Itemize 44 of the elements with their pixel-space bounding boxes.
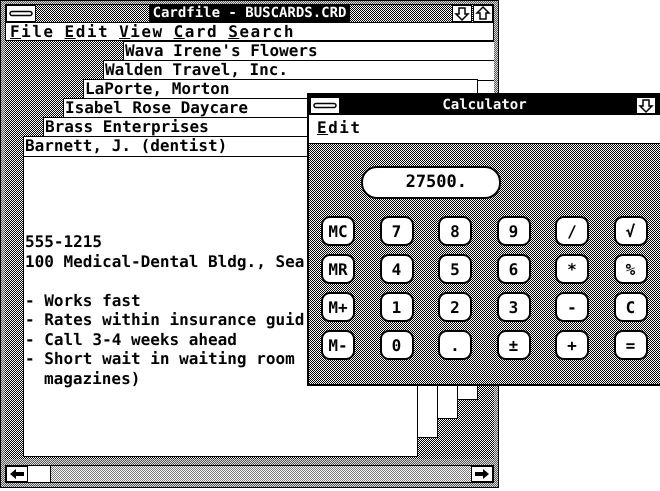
menu-item[interactable]: Edit: [64, 23, 110, 40]
calculator-key[interactable]: √: [614, 216, 648, 246]
calculator-key[interactable]: ±: [496, 330, 530, 360]
card-text-line: 555-1215: [25, 232, 102, 251]
calculator-key[interactable]: 3: [496, 292, 530, 322]
calculator-key[interactable]: 9: [496, 216, 530, 246]
menu-item[interactable]: Search: [228, 23, 295, 40]
card-text-line: 100 Medical-Dental Bldg., Sea: [25, 252, 304, 270]
calculator-key[interactable]: 6: [496, 254, 530, 284]
card-text-line: - Short wait in waiting room: [25, 349, 295, 368]
calculator-key[interactable]: +: [555, 330, 589, 360]
calculator-key[interactable]: C: [614, 292, 648, 322]
menu-item[interactable]: File: [10, 23, 55, 40]
calculator-key[interactable]: 4: [380, 254, 414, 284]
calculator-key[interactable]: M-: [321, 330, 355, 360]
menu-item[interactable]: Card: [174, 23, 218, 40]
system-menu-icon[interactable]: [6, 5, 36, 22]
calculator-key[interactable]: 7: [380, 216, 414, 246]
menu-item[interactable]: View: [119, 23, 164, 40]
calculator-key[interactable]: /: [555, 216, 589, 246]
minimize-icon[interactable]: [636, 96, 656, 114]
card-text-line: - Works fast: [25, 290, 141, 310]
minimize-icon[interactable]: [452, 5, 472, 22]
card-text-line: - Call 3-4 weeks ahead: [25, 330, 237, 348]
calculator-key[interactable]: =: [614, 330, 648, 360]
calculator-display: 27500.: [361, 166, 501, 199]
card-text-line: magazines): [44, 368, 140, 388]
window-title: Cardfile - BUSCARDS.CRD: [148, 5, 350, 22]
card-text-line: - Rates within insurance guid: [25, 310, 304, 329]
calculator-key[interactable]: MC: [321, 216, 355, 246]
calculator-key[interactable]: 8: [438, 216, 472, 246]
calculator-key[interactable]: %: [614, 254, 648, 284]
calculator-key[interactable]: *: [555, 254, 589, 284]
calculator-key[interactable]: -: [555, 292, 589, 322]
calculator-key[interactable]: 2: [438, 292, 472, 322]
calculator-key[interactable]: 0: [380, 330, 414, 360]
calculator-key[interactable]: 5: [438, 254, 472, 284]
system-menu-icon[interactable]: [310, 96, 340, 114]
calculator-key[interactable]: 1: [380, 292, 414, 322]
calculator-key[interactable]: MR: [321, 254, 355, 284]
horizontal-scrollbar[interactable]: [5, 465, 494, 483]
calculator-key[interactable]: M+: [321, 292, 355, 322]
calculator-key[interactable]: .: [438, 330, 472, 360]
maximize-icon[interactable]: [473, 5, 493, 22]
